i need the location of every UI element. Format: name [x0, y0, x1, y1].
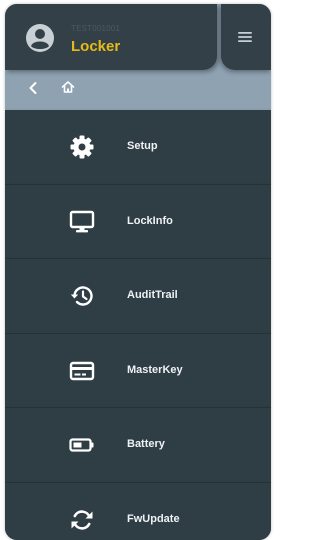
hamburger-menu-icon[interactable]	[238, 31, 252, 43]
battery-icon	[69, 438, 94, 452]
profile-card: TEST001001 Locker	[5, 4, 217, 70]
device-id: TEST001001	[71, 24, 121, 33]
menu-item-label: MasterKey	[127, 363, 183, 376]
menu-item-label: Setup	[127, 140, 158, 152]
menu-item-setup[interactable]: Setup	[5, 110, 271, 185]
menu-button[interactable]	[221, 4, 271, 70]
gear-icon	[70, 135, 94, 159]
menu-list: Setup LockInfo AuditTrail MasterKey Batt…	[5, 110, 271, 540]
history-icon	[70, 286, 93, 306]
refresh-icon	[71, 509, 93, 530]
menu-item-masterkey[interactable]: MasterKey	[5, 333, 271, 408]
menu-item-audittrail[interactable]: AuditTrail	[5, 259, 271, 334]
card-icon	[69, 361, 95, 380]
menu-item-label: AuditTrail	[127, 289, 178, 301]
menu-item-label: Battery	[127, 438, 165, 450]
home-icon[interactable]	[60, 79, 76, 95]
account-circle-icon	[26, 24, 54, 52]
menu-item-fwupdate[interactable]: FwUpdate	[5, 482, 271, 540]
menu-item-label: FwUpdate	[127, 512, 180, 525]
app-screen: TEST001001 Locker Setup LockInfo AuditTr…	[5, 4, 271, 540]
menu-item-label: LockInfo	[127, 214, 173, 227]
monitor-icon	[69, 210, 95, 232]
menu-item-battery[interactable]: Battery	[5, 408, 271, 483]
menu-item-lockinfo[interactable]: LockInfo	[5, 184, 271, 259]
device-name: Locker	[71, 38, 121, 55]
chevron-left-icon[interactable]	[25, 80, 41, 96]
